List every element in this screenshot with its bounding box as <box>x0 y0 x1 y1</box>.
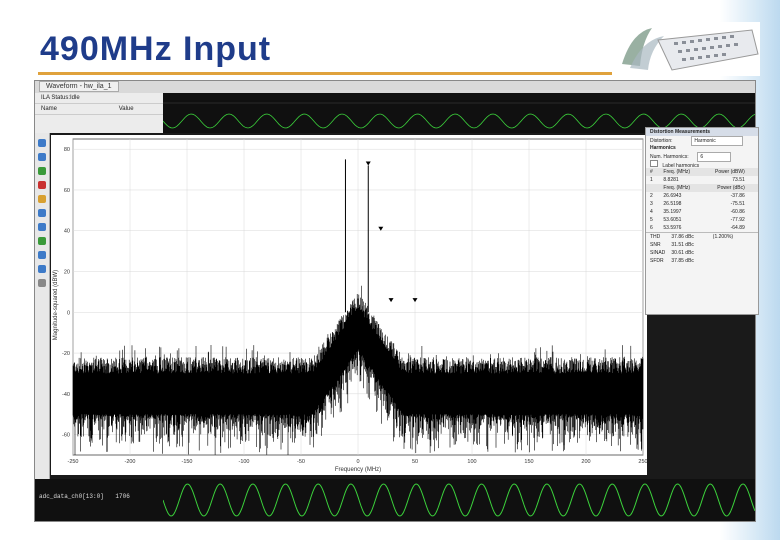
x-tick-label: 250 <box>638 459 647 465</box>
num-harmonics-row: Num. Harmonics: 6 <box>646 152 758 162</box>
distortion-select[interactable]: Harmonic <box>691 136 744 146</box>
zoom-out-icon[interactable] <box>38 153 46 161</box>
table-row: 3 26.5198 -75.51 <box>650 201 745 207</box>
x-tick-label: -100 <box>238 459 249 465</box>
go-last-icon[interactable] <box>38 223 46 231</box>
signal-label[interactable]: adc_data_ch0[13:0] 1706 <box>39 493 130 500</box>
tab-waveform[interactable]: Waveform - hw_ila_1 <box>39 81 119 92</box>
run-icon[interactable] <box>38 167 46 175</box>
x-tick-label: -150 <box>181 459 192 465</box>
y-tick-label: -60 <box>62 433 70 439</box>
sinad-row: SINAD 30.61 dBc <box>650 250 694 256</box>
table-row: 5 53.6051 -77.92 <box>650 217 745 223</box>
x-tick-label: -200 <box>124 459 135 465</box>
x-tick-label: 0 <box>356 459 359 465</box>
table-row: 1 8.8281 73.51 <box>650 177 745 183</box>
ila-status: ILA Status:Idle <box>35 93 163 104</box>
y-axis-label: Magnitude-squared (dBW) <box>53 270 59 340</box>
num-harmonics-input[interactable]: 6 <box>697 152 732 162</box>
ila-status-panel: ILA Status:Idle Name Value <box>35 93 163 133</box>
ila-columns: Name Value <box>35 104 163 115</box>
board-logo-icon <box>622 28 759 71</box>
distortion-row: Distortion: Harmonic <box>646 136 758 146</box>
x-axis-label: Frequency (MHz) <box>335 467 381 473</box>
spectrum-chart: 806040200-20-40-60 -250 -200 -150 -100 -50 0 5… <box>53 138 648 473</box>
table-row: 2 26.6943 -37.86 <box>650 193 745 199</box>
thd-row: THD 37.86 dBc (1.200%) <box>646 232 758 241</box>
x-tick-label: -250 <box>67 459 78 465</box>
waveform-trace-bottom: adc_data_ch0[13:0] 1706 <box>35 479 755 521</box>
prev-edge-icon[interactable] <box>38 251 46 259</box>
marker-icon[interactable] <box>38 195 46 203</box>
y-tick-label: -40 <box>62 392 70 398</box>
spectrum-analyzer-plot: 80 60 40 20 0 -20 -40 -60 -250 -200 -150 -100 -50 0 5… <box>51 135 648 475</box>
x-tick-label: -50 <box>297 459 305 465</box>
settings-icon[interactable] <box>38 279 46 287</box>
x-tick-label: 150 <box>524 459 533 465</box>
col-value: Value <box>118 106 134 112</box>
y-tick-label: 80 <box>64 147 70 153</box>
waveform-toolbar: Waveform - hw_ila_1 <box>35 81 755 93</box>
y-tick-label: -20 <box>62 351 70 357</box>
y-tick-label: 60 <box>64 188 70 194</box>
y-tick-label: 40 <box>64 229 70 235</box>
snr-row: SNR 31.51 dBc <box>650 242 694 248</box>
waveform-window: Waveform - hw_ila_1 ILA Status:Idle Name… <box>34 80 759 522</box>
product-logo <box>612 22 760 76</box>
y-tick-label: 0 <box>67 310 70 316</box>
table-header-2: Freq. (MHz) Power (dBc) <box>646 184 758 192</box>
sfdr-row: SFDR 37.85 dBc <box>650 258 694 264</box>
x-tick-label: 50 <box>412 459 418 465</box>
measurements-title: Distortion Measurements <box>646 128 758 136</box>
label-harmonics-checkbox[interactable] <box>650 160 658 167</box>
y-tick-label: 20 <box>64 270 70 276</box>
stop-icon[interactable] <box>38 181 46 189</box>
left-toolbar <box>35 133 50 521</box>
add-marker-icon[interactable] <box>38 237 46 245</box>
slide-title: 490MHz Input <box>40 30 272 68</box>
next-edge-icon[interactable] <box>38 265 46 273</box>
zoom-in-icon[interactable] <box>38 139 46 147</box>
x-tick-label: 100 <box>467 459 476 465</box>
table-header: # Freq. (MHz) Power (dBW) <box>646 168 758 176</box>
distortion-measurements-panel: Distortion Measurements Distortion: Harm… <box>645 127 759 315</box>
table-row: 4 35.1997 -60.86 <box>650 209 745 215</box>
x-tick-label: 200 <box>581 459 590 465</box>
col-name: Name <box>41 106 58 112</box>
go-first-icon[interactable] <box>38 209 46 217</box>
table-row: 6 53.5976 -64.89 <box>650 225 745 231</box>
